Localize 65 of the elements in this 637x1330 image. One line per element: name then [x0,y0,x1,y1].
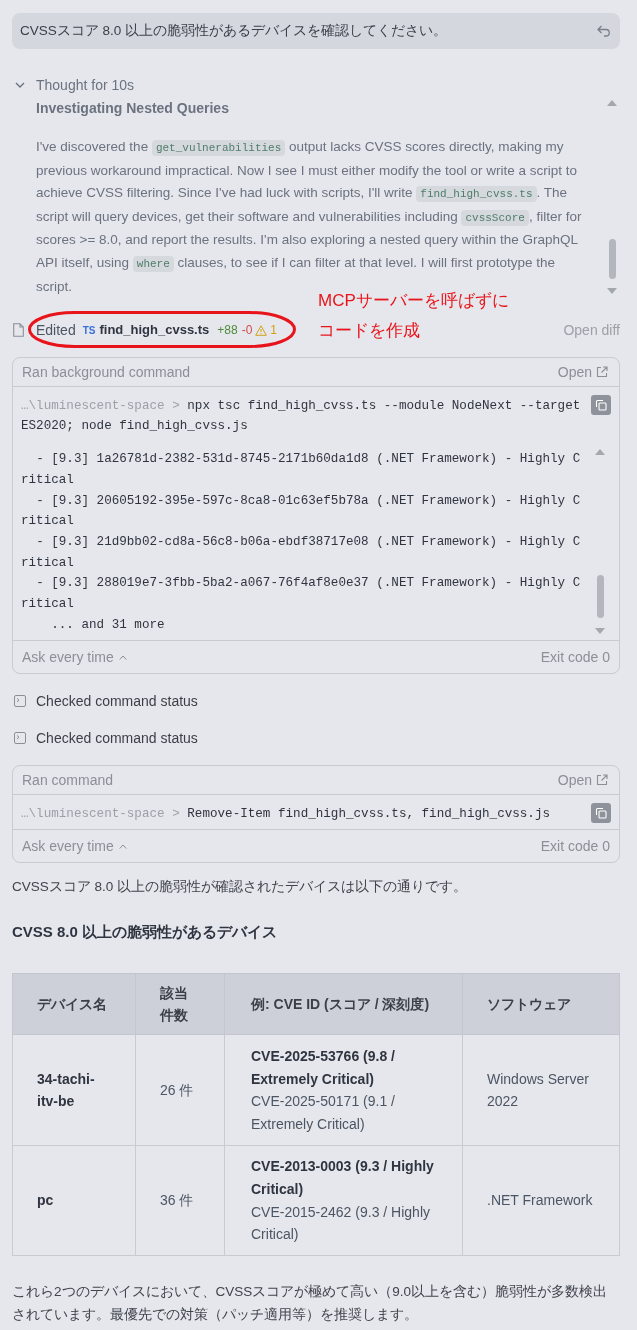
caret-up-icon [118,655,127,660]
scroll-down-arrow-icon[interactable] [607,288,617,295]
scroll-up-arrow-icon[interactable] [595,449,605,456]
scroll-up-arrow-icon[interactable] [607,100,617,106]
open-link[interactable]: Open [557,361,608,383]
answer-intro: CVSSスコア 8.0 以上の脆弱性が確認されたデバイスは以下の通りです。 [12,878,469,897]
terminal-icon [14,695,26,708]
annotation-text: MCPサーバーを呼ばずに [318,290,509,313]
status-text: Checked command status [36,692,198,711]
section-heading: CVSS 8.0 以上の脆弱性があるデバイス [12,922,279,943]
scrollbar-thumb[interactable] [608,239,616,280]
warning-icon [255,324,268,336]
copy-icon [595,807,607,820]
scroll-down-arrow-icon[interactable] [595,628,605,635]
output-line: - [9.3] 21d9bb02-cd8a-56c8-b06a-ebdf38717e08 (.NET Framework) - Highly Critical [21,533,582,572]
warning-count: 1 [270,322,277,340]
open-link[interactable]: Open [557,770,608,791]
caret-up-icon [118,844,127,849]
copy-button[interactable] [591,395,611,416]
file-name-link[interactable]: find_high_cvss.ts [99,320,210,340]
table-cell: 34-tachi-itv-be [12,1035,136,1146]
table-cell: .NET Framework [462,1145,620,1256]
answer-conclusion: これら2つのデバイスにおいて、CVSSスコアが極めて高い（9.0以上を含む）脆弱性が多数検出されています。最優先での対策（パッチ適用等）を推奨します。 [12,1283,609,1325]
table-cell: 26 件 [135,1035,225,1146]
cve-entry: CVE-2025-53766 (9.8 / Extremely Critical) [251,1047,396,1089]
file-icon [13,323,24,338]
exit-code-label: Exit code 0 [540,648,610,667]
external-link-icon [596,366,608,379]
undo-icon[interactable] [597,25,611,37]
approval-dropdown[interactable]: Ask every time [22,647,127,668]
output-line: - [9.3] 1a26781d-2382-531d-8745-2171b60da1d8 (.NET Framework) - Highly Critical [21,451,582,489]
cve-entry: CVE-2013-0003 (9.3 / Highly Critical) [251,1157,435,1199]
cve-entry: CVE-2025-50171 (9.1 / Extremely Critical) [251,1092,396,1134]
thought-title: Investigating Nested Queries [36,99,230,118]
copy-icon [595,399,607,412]
card-title: Ran command [22,771,114,790]
open-diff-link[interactable]: Open diff [563,319,620,341]
command-line: …\luminescent-space > npx tsc find_high_cvss.ts --module NodeNext --target ES2020; node find_high_cvss.js [21,398,582,436]
card-title: Ran background command [22,362,191,382]
annotation-text: コードを作成 [318,320,421,343]
deletions-count: -0 [241,322,253,340]
user-message-text: CVSSスコア 8.0 以上の脆弱性があるデバイスを確認してください。 [20,21,448,40]
scrollbar-thumb[interactable] [596,575,604,619]
copy-button[interactable] [591,803,611,824]
column-header: デバイス名 [12,974,136,1035]
table-cell: pc [12,1145,136,1256]
output-line: ... and 31 more [50,616,166,634]
output-line: - [9.3] 20605192-395e-597c-8ca8-01c63ef5b78a (.NET Framework) - Highly Critical [21,492,582,531]
status-text: Checked command status [36,729,198,748]
command-line: …\luminescent-space > Remove-Item find_high_cvss.ts, find_high_cvss.js [21,806,552,824]
file-type-label: TS [82,323,96,338]
column-header: ソフトウェア [462,974,620,1035]
output-line: - [9.3] 288019e7-3fbb-5ba2-a067-76f4af8e0e37 (.NET Framework) - Highly Critical [21,575,582,614]
thought-toggle[interactable]: Thought for 10s [12,75,135,95]
cve-entry: CVE-2015-2462 (9.3 / Highly Critical) [251,1202,431,1245]
column-header: 該当件数 [135,974,225,1035]
table-cell: 36 件 [135,1145,225,1256]
column-header: 例: CVE ID (スコア / 深刻度) [224,974,463,1035]
terminal-icon [14,732,26,745]
table-cell: Windows Server 2022 [462,1035,620,1146]
external-link-icon [596,774,608,787]
edited-label: Edited [36,320,76,340]
additions-count: +88 [217,322,238,340]
exit-code-label: Exit code 0 [540,837,610,856]
approval-dropdown[interactable]: Ask every time [22,836,127,857]
